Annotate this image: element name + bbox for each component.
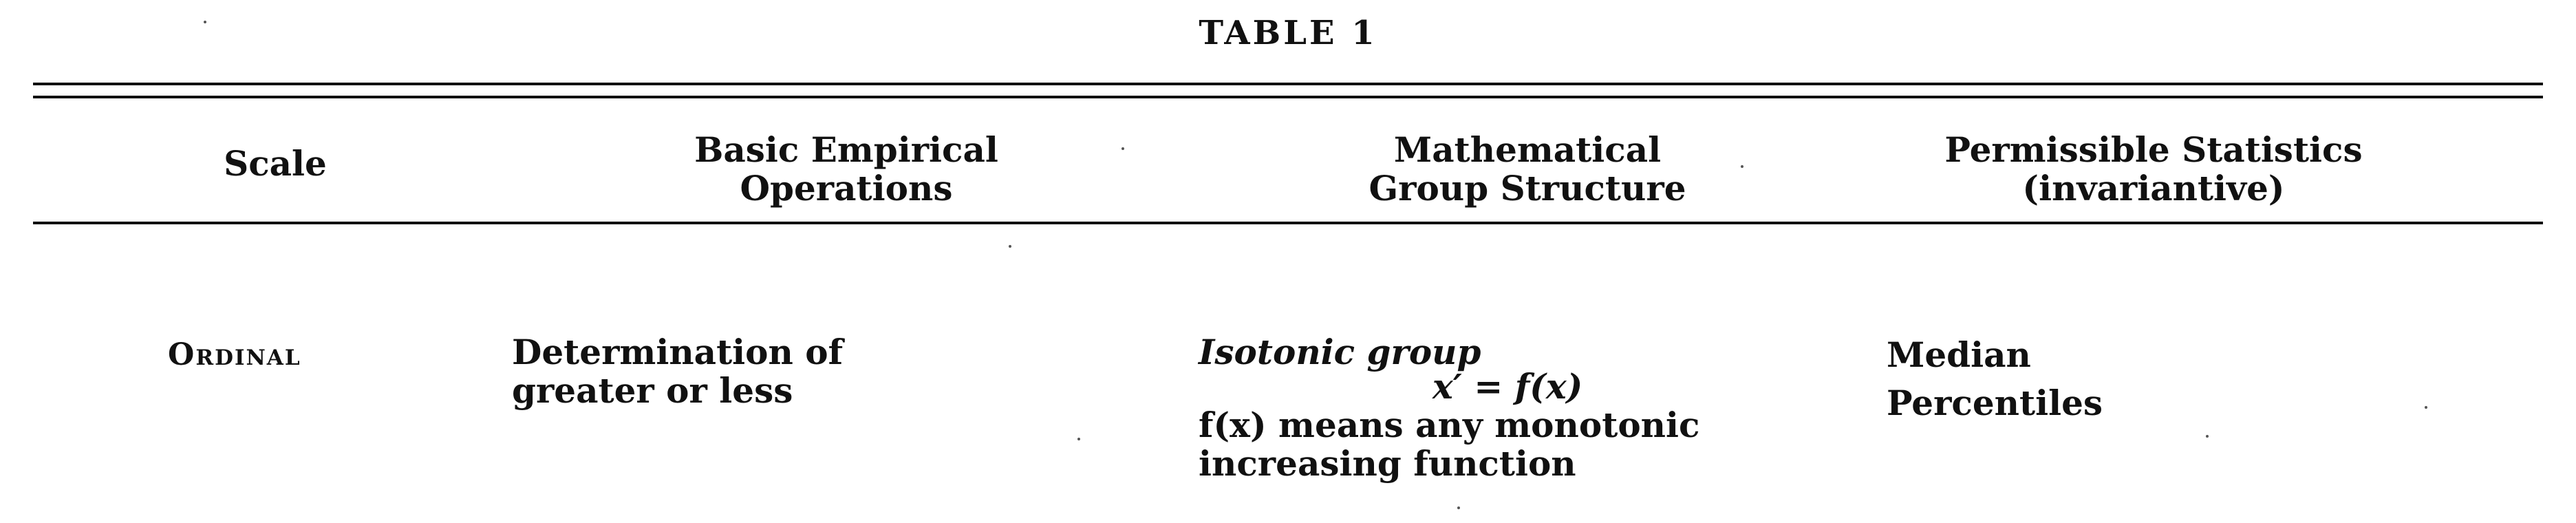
row-operations-line1: Determination of xyxy=(512,332,844,372)
row-group-structure-cell: Isotonic group x′ = f(x) f(x) means any … xyxy=(1199,333,1699,483)
scan-speck xyxy=(1457,506,1460,509)
scan-speck xyxy=(2425,406,2427,409)
scan-speck xyxy=(204,21,206,23)
header-bottom-rule xyxy=(33,222,2543,224)
header-statistics: Permissible Statistics (invariantive) xyxy=(1940,131,2367,208)
row-group-description-line2: increasing function xyxy=(1199,443,1576,484)
row-statistic-percentiles: Percentiles xyxy=(1887,383,2103,423)
scan-speck xyxy=(2206,435,2209,438)
scan-speck xyxy=(1009,245,1011,248)
top-rule-lower xyxy=(33,96,2543,98)
row-statistic-median: Median xyxy=(1887,334,2031,375)
table-title: TABLE 1 xyxy=(1199,14,1377,52)
header-statistics-line1: Permissible Statistics xyxy=(1944,129,2363,170)
top-rule-upper xyxy=(33,83,2543,85)
header-group-structure: Mathematical Group Structure xyxy=(1362,131,1693,208)
header-operations-line1: Basic Empirical xyxy=(694,129,998,170)
row-operations-line2: greater or less xyxy=(512,370,793,411)
row-statistics-cell: Median Percentiles xyxy=(1887,336,2103,423)
document-page: TABLE 1 Scale Basic Empirical Operations… xyxy=(0,0,2576,523)
row-operations-cell: Determination of greater or less xyxy=(512,333,843,410)
scan-speck xyxy=(1121,147,1124,150)
header-operations: Basic Empirical Operations xyxy=(688,131,1005,208)
row-scale-cell: Ordinal xyxy=(168,336,301,374)
row-scale-name: Ordinal xyxy=(168,337,301,372)
scan-speck xyxy=(1741,165,1743,168)
header-scale: Scale xyxy=(220,145,330,183)
header-statistics-line2: (invariantive) xyxy=(2022,168,2285,209)
header-scale-label: Scale xyxy=(224,143,327,184)
row-group-description-line1: f(x) means any monotonic xyxy=(1199,405,1700,445)
scan-speck xyxy=(1077,438,1080,440)
header-group-line2: Group Structure xyxy=(1368,168,1686,209)
header-operations-line2: Operations xyxy=(740,168,953,209)
row-group-formula: x′ = f(x) xyxy=(1432,366,1583,407)
header-group-line1: Mathematical xyxy=(1393,129,1662,170)
